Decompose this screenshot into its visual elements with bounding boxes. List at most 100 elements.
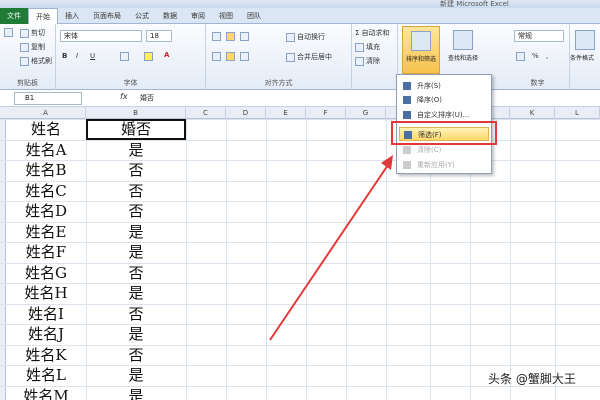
find-select-label: 查找和选择 bbox=[447, 55, 478, 62]
align-right-button[interactable] bbox=[240, 52, 249, 61]
format-painter-label: 格式刷 bbox=[31, 57, 52, 65]
reapply-icon bbox=[403, 161, 411, 169]
cut-button[interactable]: 剪切 bbox=[20, 28, 45, 38]
wrap-icon bbox=[286, 32, 295, 42]
font-name-combo[interactable]: 宋体 bbox=[60, 30, 142, 42]
autosum-button[interactable]: Σ 自动求和 bbox=[355, 28, 389, 38]
autosum-label: 自动求和 bbox=[361, 29, 390, 37]
tab-page-layout[interactable]: 页面布局 bbox=[86, 8, 128, 24]
cell-name[interactable]: 姓名K bbox=[6, 345, 86, 365]
cell-married[interactable]: 是 bbox=[86, 222, 186, 242]
sort-ascending-item[interactable]: 升序(S) bbox=[399, 79, 489, 93]
cell-married[interactable]: 是 bbox=[86, 242, 186, 262]
align-center-button[interactable] bbox=[226, 52, 235, 61]
tab-data[interactable]: 数据 bbox=[156, 8, 184, 24]
format-painter-button[interactable]: 格式刷 bbox=[20, 56, 52, 66]
font-color-button[interactable]: A bbox=[164, 51, 169, 59]
cell-married[interactable]: 否 bbox=[86, 345, 186, 365]
bold-button[interactable]: B bbox=[62, 52, 67, 60]
cell-married[interactable]: 否 bbox=[86, 201, 186, 221]
alignment-group: 自动换行 合并后居中 对齐方式 bbox=[206, 24, 352, 90]
cell-name[interactable]: 姓名F bbox=[6, 242, 86, 262]
cell-married[interactable]: 否 bbox=[86, 160, 186, 180]
cell-married[interactable]: 否 bbox=[86, 263, 186, 283]
underline-button[interactable]: U bbox=[90, 52, 95, 60]
fill-color-button[interactable] bbox=[144, 52, 153, 61]
column-header[interactable]: L bbox=[555, 107, 600, 119]
tab-formulas[interactable]: 公式 bbox=[128, 8, 156, 24]
cell-name[interactable]: 姓名J bbox=[6, 324, 86, 344]
formula-input[interactable]: 婚否 bbox=[140, 92, 600, 105]
cell-name[interactable]: 姓名M bbox=[6, 386, 86, 400]
tab-file[interactable]: 文件 bbox=[0, 7, 28, 24]
column-header[interactable]: A bbox=[6, 107, 86, 119]
cell-name[interactable]: 姓名G bbox=[6, 263, 86, 283]
cell-married[interactable]: 否 bbox=[86, 304, 186, 324]
number-group: 常规 % , 数字 bbox=[486, 24, 570, 90]
column-header[interactable]: G bbox=[346, 107, 386, 119]
wrap-text-button[interactable]: 自动换行 bbox=[286, 32, 325, 42]
column-header[interactable]: C bbox=[186, 107, 226, 119]
custom-sort-item[interactable]: 自定义排序(U)... bbox=[399, 108, 489, 122]
cell-name[interactable]: 姓名A bbox=[6, 140, 86, 160]
sort-filter-button[interactable]: 排序和筛选 bbox=[402, 26, 440, 74]
align-top-button[interactable] bbox=[212, 32, 221, 41]
find-select-button[interactable]: 查找和选择 bbox=[440, 24, 486, 74]
number-label: 数字 bbox=[530, 79, 545, 87]
brush-icon bbox=[20, 56, 29, 66]
tab-team[interactable]: 团队 bbox=[240, 8, 268, 24]
editing-small-group: Σ 自动求和 填充 清除 bbox=[352, 24, 398, 90]
cell-name[interactable]: 姓名B bbox=[6, 160, 86, 180]
comma-button[interactable]: , bbox=[546, 52, 548, 60]
tab-insert[interactable]: 插入 bbox=[58, 8, 86, 24]
cell-married[interactable]: 是 bbox=[86, 140, 186, 160]
merge-center-button[interactable]: 合并后居中 bbox=[286, 52, 332, 62]
paste-icon bbox=[4, 28, 13, 37]
cell-name[interactable]: 姓名I bbox=[6, 304, 86, 324]
fill-button[interactable]: 填充 bbox=[355, 42, 380, 52]
border-button[interactable] bbox=[120, 52, 129, 61]
column-header[interactable]: K bbox=[510, 107, 555, 119]
cell-married[interactable]: 是 bbox=[86, 365, 186, 385]
cell-name[interactable]: 姓名D bbox=[6, 201, 86, 221]
reapply-item: 重新应用(Y) bbox=[399, 158, 489, 172]
number-format-combo[interactable]: 常规 bbox=[514, 30, 564, 42]
align-middle-icon bbox=[226, 32, 235, 41]
column-header[interactable]: B bbox=[86, 107, 186, 119]
align-left-button[interactable] bbox=[212, 52, 221, 61]
function-icon[interactable]: fx bbox=[120, 92, 128, 101]
percent-button[interactable]: % bbox=[532, 52, 539, 60]
column-header[interactable]: F bbox=[306, 107, 346, 119]
cell-married[interactable]: 否 bbox=[86, 181, 186, 201]
cell-married[interactable]: 是 bbox=[86, 386, 186, 400]
paste-button[interactable] bbox=[4, 28, 13, 37]
name-box[interactable]: B1 bbox=[14, 92, 82, 105]
cell-name[interactable]: 姓名E bbox=[6, 222, 86, 242]
worksheet-grid[interactable]: ABCDEFGHIJKL 姓名婚否姓名A是姓名B否姓名C否姓名D否姓名E是姓名F… bbox=[0, 107, 600, 400]
sort-descending-item[interactable]: 降序(O) bbox=[399, 93, 489, 107]
currency-button[interactable] bbox=[516, 52, 525, 61]
italic-button[interactable]: I bbox=[76, 52, 78, 60]
copy-button[interactable]: 复制 bbox=[20, 42, 45, 52]
conditional-format-icon bbox=[575, 30, 595, 50]
cell-married[interactable]: 是 bbox=[86, 283, 186, 303]
clipboard-group: 剪切 复制 格式刷 剪贴板 bbox=[0, 24, 56, 90]
align-top-icon bbox=[212, 32, 221, 41]
cell-married[interactable]: 是 bbox=[86, 324, 186, 344]
column-header[interactable]: E bbox=[266, 107, 306, 119]
column-header[interactable]: D bbox=[226, 107, 266, 119]
tab-view[interactable]: 视图 bbox=[212, 8, 240, 24]
cell-name[interactable]: 姓名H bbox=[6, 283, 86, 303]
conditional-format-button[interactable]: 条件格式 bbox=[570, 24, 600, 90]
align-bottom-button[interactable] bbox=[240, 32, 249, 41]
sort-filter-icon bbox=[411, 31, 431, 51]
cell-name[interactable]: 姓名L bbox=[6, 365, 86, 385]
align-bottom-icon bbox=[240, 32, 249, 41]
cell-name[interactable]: 姓名C bbox=[6, 181, 86, 201]
font-size-combo[interactable]: 18 bbox=[146, 30, 172, 42]
cell-name[interactable]: 姓名 bbox=[6, 119, 86, 139]
align-middle-button[interactable] bbox=[226, 32, 235, 41]
tab-review[interactable]: 审阅 bbox=[184, 8, 212, 24]
tab-home[interactable]: 开始 bbox=[28, 7, 58, 24]
clear-button[interactable]: 清除 bbox=[355, 56, 380, 66]
